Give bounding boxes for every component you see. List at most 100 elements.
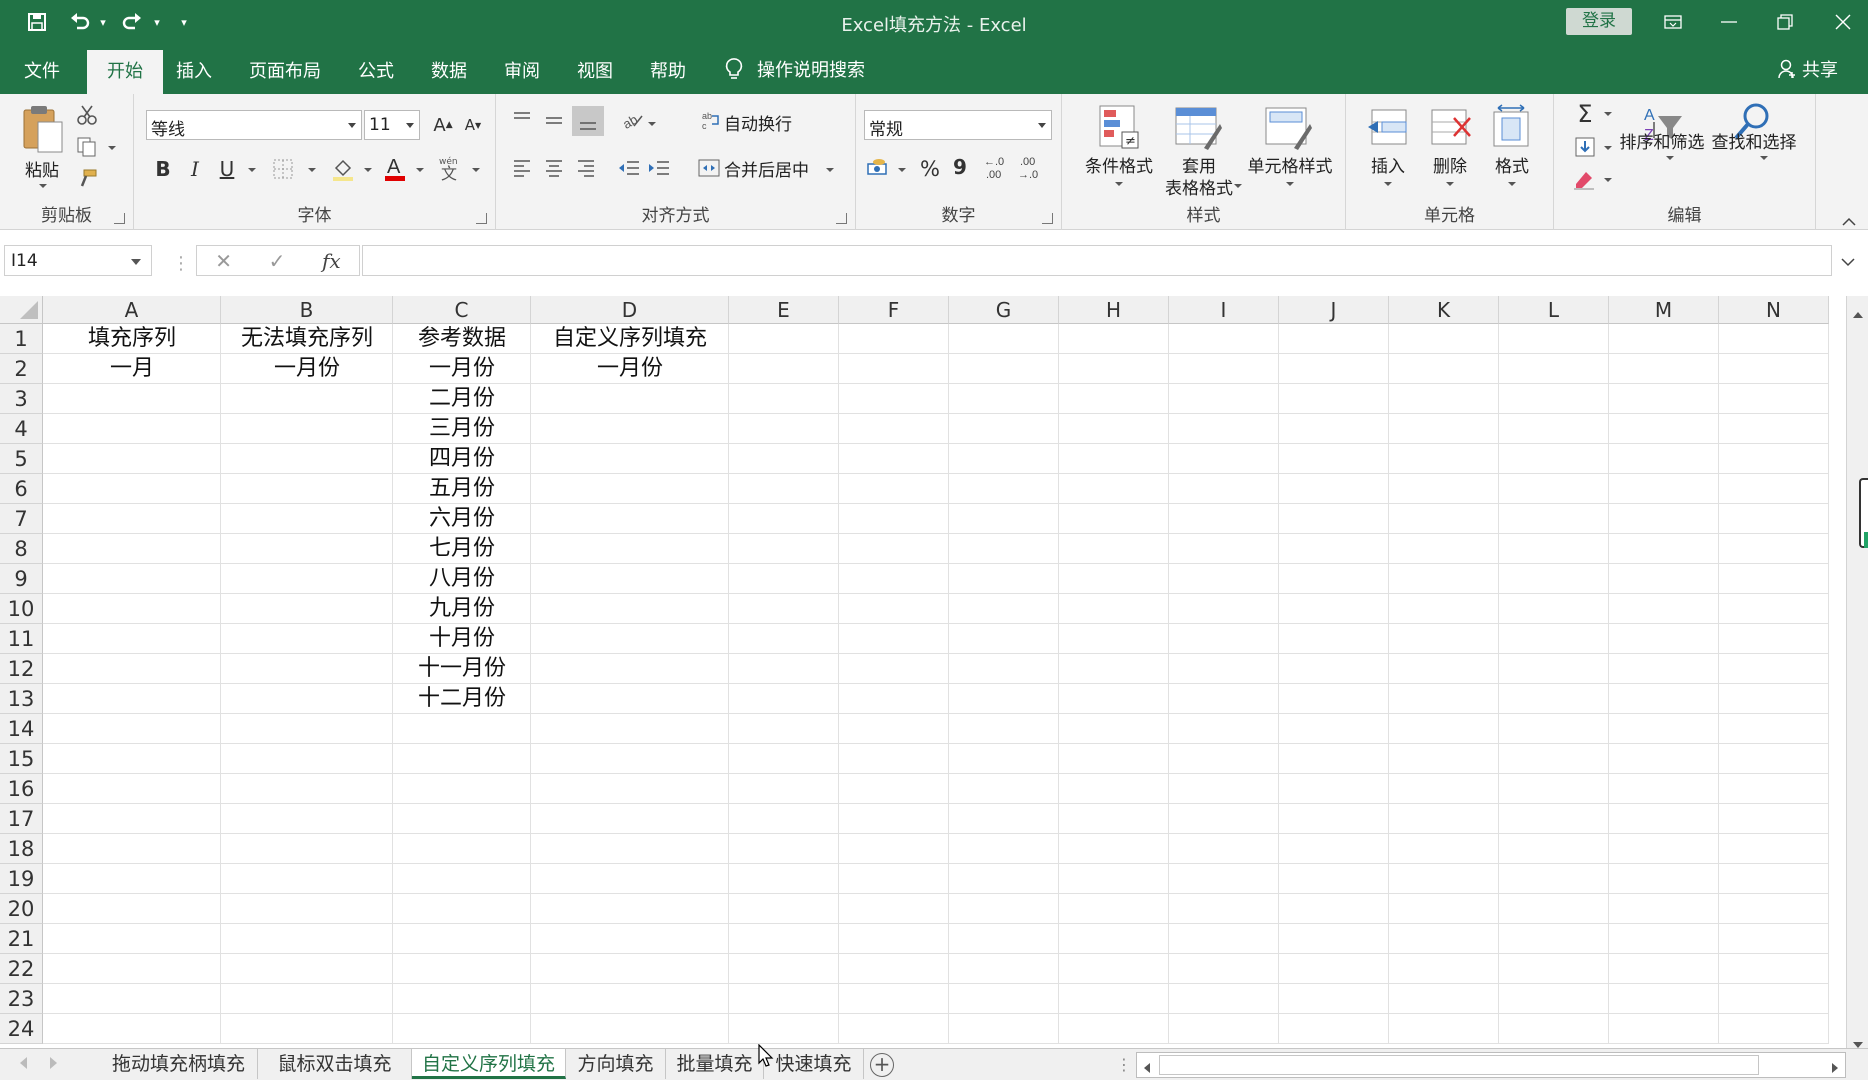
- wrap-text-icon[interactable]: ab c: [702, 110, 722, 134]
- column-header-j[interactable]: J: [1279, 296, 1389, 324]
- font-size-dropdown[interactable]: 11: [364, 110, 420, 140]
- close-icon[interactable]: [1826, 7, 1860, 37]
- sort-filter-dropdown-icon[interactable]: [1666, 156, 1674, 160]
- column-header-m[interactable]: M: [1609, 296, 1719, 324]
- clear-icon[interactable]: [1572, 168, 1596, 194]
- tell-me-search[interactable]: 操作说明搜索: [725, 56, 865, 82]
- sheet-tab-1[interactable]: 拖动填充柄填充: [100, 1049, 258, 1079]
- cell-c13[interactable]: 十二月份: [393, 684, 531, 714]
- row-header-21[interactable]: 21: [0, 924, 43, 954]
- number-launcher-icon[interactable]: [1042, 213, 1053, 224]
- cell-c11[interactable]: 十月份: [393, 624, 531, 654]
- find-select-label[interactable]: 查找和选择: [1708, 128, 1800, 153]
- tab-help[interactable]: 帮助: [650, 57, 686, 83]
- cell-c3[interactable]: 二月份: [393, 384, 531, 414]
- row-header-7[interactable]: 7: [0, 504, 43, 534]
- row-header-18[interactable]: 18: [0, 834, 43, 864]
- cell-b2[interactable]: 一月份: [221, 354, 393, 384]
- row-header-14[interactable]: 14: [0, 714, 43, 744]
- horizontal-scrollbar[interactable]: [1136, 1052, 1846, 1078]
- cell-a2[interactable]: 一月: [43, 354, 221, 384]
- format-as-table-icon[interactable]: [1174, 104, 1222, 154]
- vertical-scrollbar[interactable]: [1846, 296, 1868, 1048]
- align-left-icon[interactable]: [512, 158, 532, 182]
- merge-center-icon[interactable]: [698, 158, 720, 182]
- column-header-c[interactable]: C: [393, 296, 531, 324]
- cell-c4[interactable]: 三月份: [393, 414, 531, 444]
- cancel-entry-icon[interactable]: ✕: [215, 249, 232, 273]
- row-header-8[interactable]: 8: [0, 534, 43, 564]
- cell-c7[interactable]: 六月份: [393, 504, 531, 534]
- column-header-i[interactable]: I: [1169, 296, 1279, 324]
- sort-filter-label[interactable]: 排序和筛选: [1616, 128, 1708, 153]
- cell-c8[interactable]: 七月份: [393, 534, 531, 564]
- delete-cells-icon[interactable]: [1428, 104, 1472, 154]
- tab-split-handle-icon[interactable]: ⋮: [1116, 1055, 1132, 1074]
- cell-c6[interactable]: 五月份: [393, 474, 531, 504]
- wrap-text-label[interactable]: 自动换行: [724, 110, 792, 135]
- tab-file[interactable]: 文件: [24, 57, 60, 83]
- column-header-b[interactable]: B: [221, 296, 393, 324]
- conditional-formatting-label[interactable]: 条件格式: [1076, 152, 1162, 177]
- percent-style-button[interactable]: %: [916, 154, 944, 184]
- select-all-corner[interactable]: [0, 296, 43, 324]
- tab-data[interactable]: 数据: [431, 57, 467, 83]
- number-format-dropdown[interactable]: 常规: [864, 110, 1052, 140]
- fill-icon[interactable]: [1574, 136, 1596, 162]
- row-header-22[interactable]: 22: [0, 954, 43, 984]
- cell-styles-dropdown-icon[interactable]: [1286, 182, 1294, 186]
- prev-sheet-icon[interactable]: [20, 1057, 27, 1069]
- phonetic-guide-icon[interactable]: wén 文: [436, 154, 462, 186]
- scroll-right-icon[interactable]: [1831, 1059, 1839, 1078]
- top-align-icon[interactable]: [512, 110, 532, 134]
- autosum-button[interactable]: Σ: [1572, 100, 1598, 128]
- clipboard-launcher-icon[interactable]: [114, 213, 125, 224]
- paste-dropdown-icon[interactable]: [39, 184, 47, 188]
- ribbon-display-options-icon[interactable]: [1656, 7, 1690, 37]
- row-header-19[interactable]: 19: [0, 864, 43, 894]
- row-header-16[interactable]: 16: [0, 774, 43, 804]
- scroll-left-icon[interactable]: [1143, 1059, 1151, 1078]
- scroll-up-icon[interactable]: [1852, 304, 1864, 323]
- share-button[interactable]: 共享: [1778, 56, 1838, 82]
- formula-bar-grip-icon[interactable]: ⋮: [172, 253, 190, 274]
- name-box[interactable]: I14: [4, 245, 152, 276]
- column-header-e[interactable]: E: [729, 296, 839, 324]
- increase-font-size-button[interactable]: A ▲: [430, 112, 456, 138]
- tab-home[interactable]: 开始: [87, 50, 163, 94]
- insert-function-icon[interactable]: fx: [322, 249, 341, 273]
- name-box-dropdown-icon[interactable]: [131, 259, 141, 265]
- column-header-g[interactable]: G: [949, 296, 1059, 324]
- align-center-icon[interactable]: [544, 158, 564, 182]
- expand-formula-bar-icon[interactable]: [1840, 253, 1856, 272]
- middle-align-icon[interactable]: [544, 110, 564, 134]
- column-header-k[interactable]: K: [1389, 296, 1499, 324]
- column-header-h[interactable]: H: [1059, 296, 1169, 324]
- tab-review[interactable]: 审阅: [504, 57, 540, 83]
- cell-b1[interactable]: 无法填充序列: [221, 324, 393, 354]
- row-header-2[interactable]: 2: [0, 354, 43, 384]
- format-cells-dropdown-icon[interactable]: [1508, 182, 1516, 186]
- formula-input[interactable]: [362, 245, 1832, 276]
- cell-c10[interactable]: 九月份: [393, 594, 531, 624]
- bottom-align-icon[interactable]: [572, 106, 604, 136]
- cell-c5[interactable]: 四月份: [393, 444, 531, 474]
- column-header-f[interactable]: F: [839, 296, 949, 324]
- decrease-decimal-icon[interactable]: .00 →.0: [1016, 154, 1042, 186]
- cell-d1[interactable]: 自定义序列填充: [531, 324, 729, 354]
- row-header-12[interactable]: 12: [0, 654, 43, 684]
- align-right-icon[interactable]: [576, 158, 596, 182]
- cell-c2[interactable]: 一月份: [393, 354, 531, 384]
- row-header-13[interactable]: 13: [0, 684, 43, 714]
- delete-cells-dropdown-icon[interactable]: [1446, 182, 1454, 186]
- accounting-dropdown-icon[interactable]: [898, 168, 906, 172]
- underline-button[interactable]: U: [214, 154, 240, 184]
- sheet-tab-3[interactable]: 自定义序列填充: [412, 1049, 566, 1079]
- tab-view[interactable]: 视图: [577, 57, 613, 83]
- insert-cells-label[interactable]: 插入: [1366, 152, 1410, 177]
- sheet-tab-2[interactable]: 鼠标双击填充: [258, 1049, 412, 1079]
- restore-icon[interactable]: [1768, 7, 1802, 37]
- format-cells-label[interactable]: 格式: [1490, 152, 1534, 177]
- row-header-17[interactable]: 17: [0, 804, 43, 834]
- row-header-4[interactable]: 4: [0, 414, 43, 444]
